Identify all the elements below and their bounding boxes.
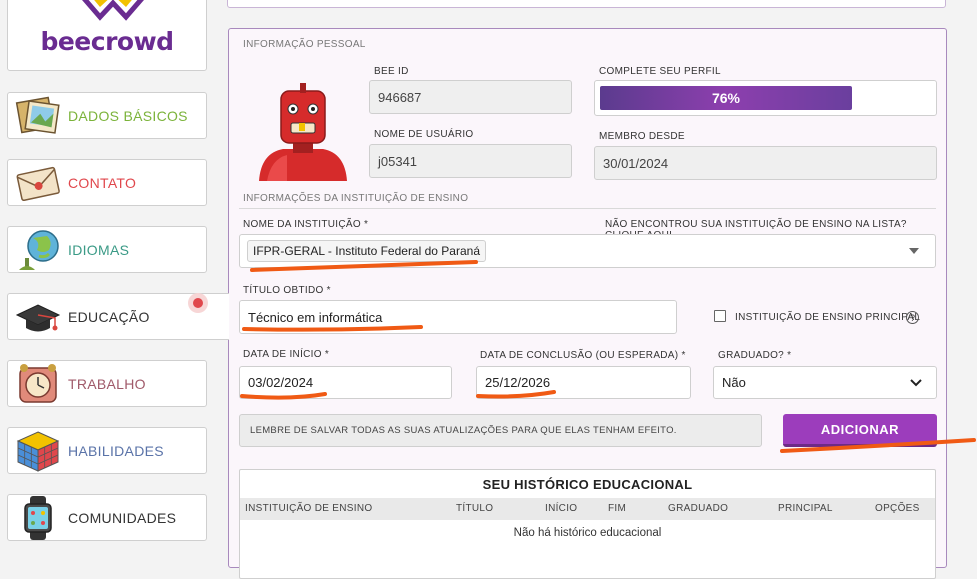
degree-label: TÍTULO OBTIDO * bbox=[243, 285, 331, 296]
graduation-cap-icon bbox=[8, 293, 68, 340]
start-date-label: DATA DE INÍCIO * bbox=[243, 349, 330, 360]
sidebar-item-label: HABILIDADES bbox=[68, 442, 164, 459]
sidebar-item-trabalho[interactable]: TRABALHO bbox=[7, 360, 207, 407]
graduated-select[interactable]: Não bbox=[713, 366, 937, 399]
sidebar-item-contato[interactable]: CONTATO bbox=[7, 159, 207, 206]
sidebar-item-label: TRABALHO bbox=[68, 375, 146, 392]
column-header: INSTITUIÇÃO DE ENSINO bbox=[245, 503, 373, 514]
degree-value: Técnico em informática bbox=[248, 309, 383, 325]
section-title-institution: INFORMAÇÕES DA INSTITUIÇÃO DE ENSINO bbox=[243, 193, 469, 204]
username-label: NOME DE USUÁRIO bbox=[374, 129, 474, 140]
column-header: INÍCIO bbox=[545, 503, 578, 514]
column-header: PRINCIPAL bbox=[778, 503, 833, 514]
column-header: TÍTULO bbox=[456, 503, 494, 514]
sidebar-item-label: DADOS BÁSICOS bbox=[68, 107, 188, 124]
member-since-field: 30/01/2024 bbox=[594, 146, 937, 180]
add-button[interactable]: ADICIONAR bbox=[783, 414, 937, 447]
sidebar-item-label: IDIOMAS bbox=[68, 241, 130, 258]
start-date-value: 03/02/2024 bbox=[248, 375, 314, 390]
alarm-clock-icon bbox=[8, 360, 68, 407]
sidebar-item-label: COMUNIDADES bbox=[68, 509, 177, 526]
member-since-value: 30/01/2024 bbox=[603, 155, 669, 171]
column-header: GRADUADO bbox=[668, 503, 729, 514]
brand-name: beecrowd bbox=[40, 27, 174, 56]
username-field: j05341 bbox=[369, 144, 572, 178]
column-header: OPÇÕES bbox=[875, 503, 920, 514]
help-icon[interactable]: ? bbox=[906, 311, 919, 324]
sidebar-item-label: CONTATO bbox=[68, 174, 137, 191]
bee-id-label: BEE ID bbox=[374, 66, 409, 77]
photos-icon bbox=[8, 92, 68, 139]
top-panel bbox=[227, 0, 946, 8]
save-reminder: LEMBRE DE SALVAR TODAS AS SUAS ATUALIZAÇ… bbox=[239, 414, 762, 447]
graduated-label: GRADUADO? * bbox=[718, 350, 792, 361]
institution-selected-value: IFPR-GERAL - Instituto Federal do Paraná bbox=[247, 240, 486, 262]
profile-progress-text: 76% bbox=[711, 90, 741, 106]
globe-icon bbox=[8, 226, 68, 273]
bee-id-value: 946687 bbox=[378, 89, 422, 105]
degree-input[interactable]: Técnico em informática bbox=[239, 300, 677, 334]
institution-name-label: NOME DA INSTITUIÇÃO * bbox=[243, 219, 369, 230]
history-empty-message: Não há histórico educacional bbox=[513, 527, 662, 539]
sidebar-item-comunidades[interactable]: COMUNIDADES bbox=[7, 494, 207, 541]
section-title-personal: INFORMAÇÃO PESSOAL bbox=[243, 39, 366, 50]
graduated-value: Não bbox=[722, 375, 746, 390]
history-title: SEU HISTÓRICO EDUCACIONAL bbox=[482, 477, 693, 492]
profile-progress-bar: 76% bbox=[600, 86, 852, 110]
profile-progress: 76% bbox=[594, 80, 937, 116]
institution-select[interactable]: IFPR-GERAL - Instituto Federal do Paraná bbox=[239, 234, 936, 268]
chevron-down-icon bbox=[910, 378, 922, 386]
chevron-down-icon bbox=[909, 248, 919, 254]
envelope-icon bbox=[8, 159, 68, 206]
bee-logo-icon bbox=[82, 0, 144, 21]
sidebar-item-idiomas[interactable]: IDIOMAS bbox=[7, 226, 207, 273]
bee-id-field: 946687 bbox=[369, 80, 572, 114]
main-institution-label: INSTITUIÇÃO DE ENSINO PRINCIPAL bbox=[735, 312, 921, 323]
education-panel: INFORMAÇÃO PESSOAL BEE ID 946687 COMPLET… bbox=[228, 28, 947, 579]
smartwatch-icon bbox=[8, 494, 68, 541]
start-date-input[interactable]: 03/02/2024 bbox=[239, 366, 452, 399]
column-header: FIM bbox=[608, 503, 627, 514]
section-divider bbox=[239, 208, 936, 209]
sidebar-item-dados-basicos[interactable]: DADOS BÁSICOS bbox=[7, 92, 207, 139]
logo-card[interactable]: beecrowd bbox=[7, 0, 207, 71]
profile-complete-label: COMPLETE SEU PERFIL bbox=[599, 66, 721, 77]
sidebar-item-label: EDUCAÇÃO bbox=[68, 308, 150, 325]
avatar bbox=[253, 83, 353, 181]
sidebar-item-habilidades[interactable]: HABILIDADES bbox=[7, 427, 207, 474]
active-indicator bbox=[188, 293, 208, 313]
member-since-label: MEMBRO DESDE bbox=[599, 131, 685, 142]
end-date-input[interactable]: 25/12/2026 bbox=[476, 366, 691, 399]
main-institution-checkbox[interactable] bbox=[714, 310, 726, 322]
education-history: SEU HISTÓRICO EDUCACIONAL INSTITUIÇÃO DE… bbox=[239, 469, 936, 579]
rubik-cube-icon bbox=[8, 427, 68, 474]
end-date-label: DATA DE CONCLUSÃO (OU ESPERADA) * bbox=[480, 350, 686, 361]
username-value: j05341 bbox=[378, 153, 418, 169]
history-header-row: INSTITUIÇÃO DE ENSINO TÍTULO INÍCIO FIM … bbox=[240, 498, 935, 520]
end-date-value: 25/12/2026 bbox=[485, 375, 551, 390]
